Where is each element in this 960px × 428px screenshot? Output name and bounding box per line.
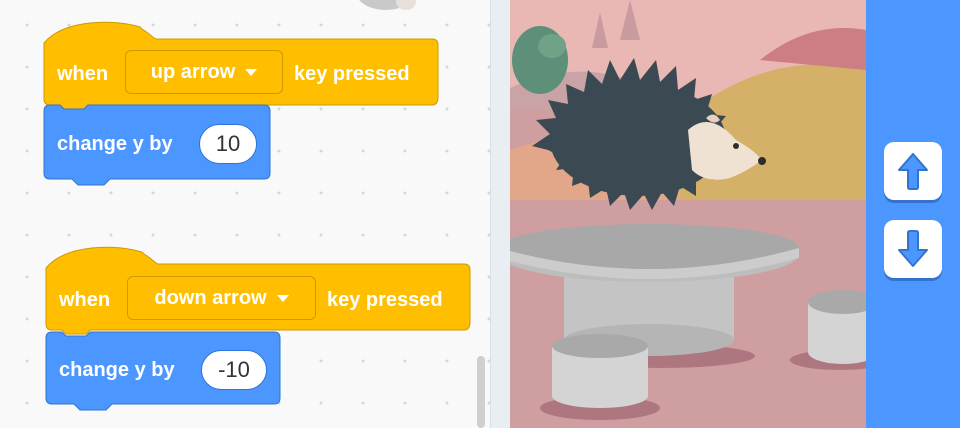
change-y-by-label: change y by	[59, 359, 175, 381]
key-pressed-label: key pressed	[327, 289, 443, 311]
y-change-input[interactable]: 10	[199, 124, 257, 164]
when-label: when	[57, 63, 109, 85]
stage-backdrop	[510, 0, 866, 428]
when-down-arrow-pressed-hat-block[interactable]: when down arrow key pressed	[45, 238, 471, 335]
when-label: when	[59, 289, 111, 311]
down-arrow-button[interactable]	[884, 220, 942, 278]
when-up-arrow-pressed-hat-block[interactable]: when up arrow key pressed	[43, 13, 439, 110]
key-dropdown-value: down arrow	[154, 286, 267, 309]
y-change-input[interactable]: -10	[201, 350, 267, 390]
hedgehog-sprite-thumbnail	[359, 0, 416, 10]
change-y-by-label: change y by	[57, 133, 173, 155]
change-y-by-block[interactable]: change y by 10	[43, 104, 271, 191]
key-dropdown[interactable]: down arrow	[127, 276, 316, 320]
stage[interactable]	[510, 0, 866, 428]
chevron-down-icon	[245, 68, 258, 76]
down-arrow-icon	[898, 230, 928, 267]
code-workspace[interactable]: when up arrow key pressed change y by 10…	[0, 0, 490, 428]
key-controls-panel	[866, 0, 960, 428]
up-arrow-icon	[898, 153, 928, 190]
key-dropdown[interactable]: up arrow	[125, 50, 283, 94]
change-y-by-block[interactable]: change y by -10	[45, 331, 281, 418]
key-dropdown-value: up arrow	[150, 60, 236, 83]
chevron-down-icon	[276, 294, 289, 302]
up-arrow-button[interactable]	[884, 142, 942, 200]
workspace-scrollbar[interactable]	[477, 356, 485, 428]
pane-divider	[490, 0, 511, 428]
key-pressed-label: key pressed	[294, 63, 410, 85]
